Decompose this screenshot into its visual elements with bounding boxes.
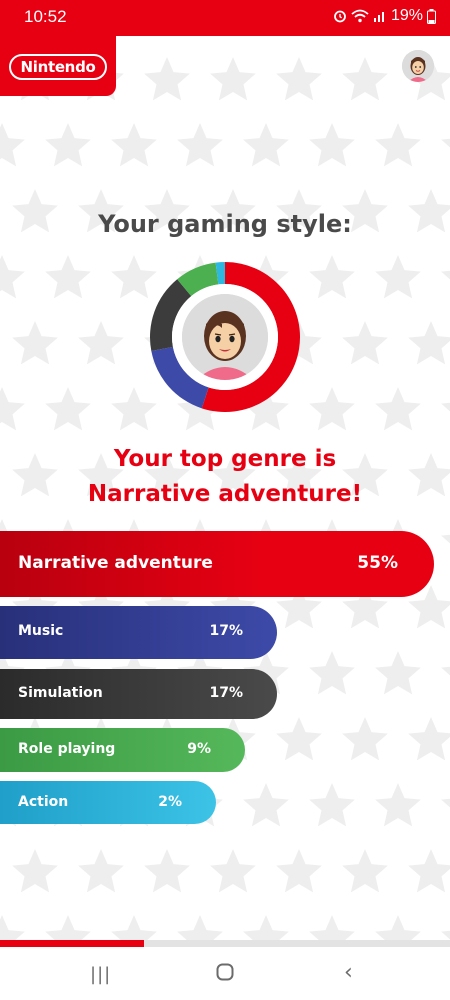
background-star-icon — [177, 915, 223, 940]
alarm-icon — [333, 9, 347, 23]
background-star-icon — [276, 849, 322, 893]
genre-percent: 9% — [187, 741, 211, 757]
background-star-icon — [276, 717, 322, 761]
background-star-icon — [408, 717, 450, 761]
background-star-icon — [144, 57, 190, 101]
background-star-icon — [408, 849, 450, 893]
mii-avatar-icon — [402, 50, 434, 82]
top-genre-line-2: Narrative adventure! — [87, 481, 363, 507]
background-star-icon — [144, 849, 190, 893]
background-star-icon — [309, 255, 355, 299]
genre-percent: 17% — [209, 685, 243, 701]
genre-label: Simulation — [18, 685, 103, 701]
background-star-icon — [210, 57, 256, 101]
top-genre-message: Your top genre is Narrative adventure! — [0, 442, 450, 512]
story-progress-bar — [0, 940, 450, 947]
background-star-icon — [441, 798, 450, 827]
background-star-icon — [375, 123, 421, 167]
background-star-icon — [441, 402, 450, 431]
background-star-icon — [111, 123, 157, 167]
mii-face-icon — [182, 294, 268, 380]
background-star-icon — [111, 915, 157, 940]
background-star-icon — [408, 321, 450, 365]
background-star-icon — [375, 255, 421, 299]
background-star-icon — [309, 123, 355, 167]
genre-percent: 2% — [158, 794, 182, 810]
home-icon — [216, 963, 234, 981]
genre-bar-simulation: Simulation 17% — [0, 669, 277, 719]
background-star-icon — [309, 387, 355, 431]
background-star-icon — [177, 123, 223, 167]
background-star-icon — [12, 321, 58, 365]
background-star-icon — [78, 849, 124, 893]
background-star-icon — [45, 123, 91, 167]
background-star-icon — [309, 651, 355, 695]
background-star-icon — [342, 849, 388, 893]
background-star-icon — [45, 387, 91, 431]
battery-percent: 19% — [390, 7, 423, 24]
genre-donut-chart — [150, 262, 300, 412]
background-star-icon — [375, 783, 421, 827]
page-heading: Your gaming style: — [98, 210, 352, 238]
background-star-icon — [243, 915, 289, 940]
recents-button[interactable]: ||| — [90, 964, 111, 985]
story-progress-fill — [0, 940, 144, 947]
signal-icon — [373, 9, 387, 23]
nintendo-logo: Nintendo — [9, 54, 107, 80]
genre-label: Role playing — [18, 741, 116, 757]
background-star-icon — [375, 651, 421, 695]
genre-bar-music: Music 17% — [0, 606, 277, 659]
background-star-icon — [78, 321, 124, 365]
background-star-icon — [441, 138, 450, 167]
background-star-icon — [0, 387, 25, 431]
background-star-icon — [243, 783, 289, 827]
mii-avatar-large — [182, 294, 268, 380]
background-star-icon — [45, 915, 91, 940]
system-navigation-bar: ||| ‹ — [0, 947, 450, 1000]
genre-bar-narrative-adventure: Narrative adventure 55% — [0, 531, 434, 597]
profile-avatar[interactable] — [402, 50, 434, 82]
background-star-icon — [441, 930, 450, 940]
background-star-icon — [375, 915, 421, 940]
background-star-icon — [441, 270, 450, 299]
genre-label: Music — [18, 623, 64, 639]
background-star-icon — [342, 717, 388, 761]
status-icons: 19% — [333, 7, 436, 25]
battery-icon — [427, 8, 436, 24]
home-button[interactable] — [216, 963, 234, 985]
status-bar: 10:52 19% — [0, 0, 450, 36]
background-star-icon — [12, 849, 58, 893]
background-star-icon — [0, 123, 25, 167]
wifi-icon — [351, 9, 369, 23]
background-star-icon — [243, 123, 289, 167]
genre-percent: 17% — [209, 623, 243, 639]
background-star-icon — [309, 915, 355, 940]
background-star-icon — [309, 783, 355, 827]
genre-bar-role-playing: Role playing 9% — [0, 728, 245, 772]
genre-label: Action — [18, 794, 69, 810]
background-star-icon — [210, 849, 256, 893]
genre-percent: 55% — [357, 553, 398, 573]
top-genre-line-1: Your top genre is — [113, 446, 337, 472]
background-star-icon — [0, 915, 25, 940]
background-star-icon — [441, 666, 450, 695]
background-star-icon — [0, 255, 25, 299]
background-star-icon — [276, 57, 322, 101]
nintendo-logo-tab[interactable]: Nintendo — [0, 36, 116, 96]
background-star-icon — [342, 57, 388, 101]
background-star-icon — [375, 387, 421, 431]
status-time: 10:52 — [24, 7, 67, 26]
genre-label: Narrative adventure — [18, 553, 213, 573]
background-star-icon — [441, 534, 450, 563]
genre-bar-action: Action 2% — [0, 781, 216, 824]
back-button[interactable]: ‹ — [344, 960, 353, 985]
background-star-icon — [45, 255, 91, 299]
background-star-icon — [342, 321, 388, 365]
